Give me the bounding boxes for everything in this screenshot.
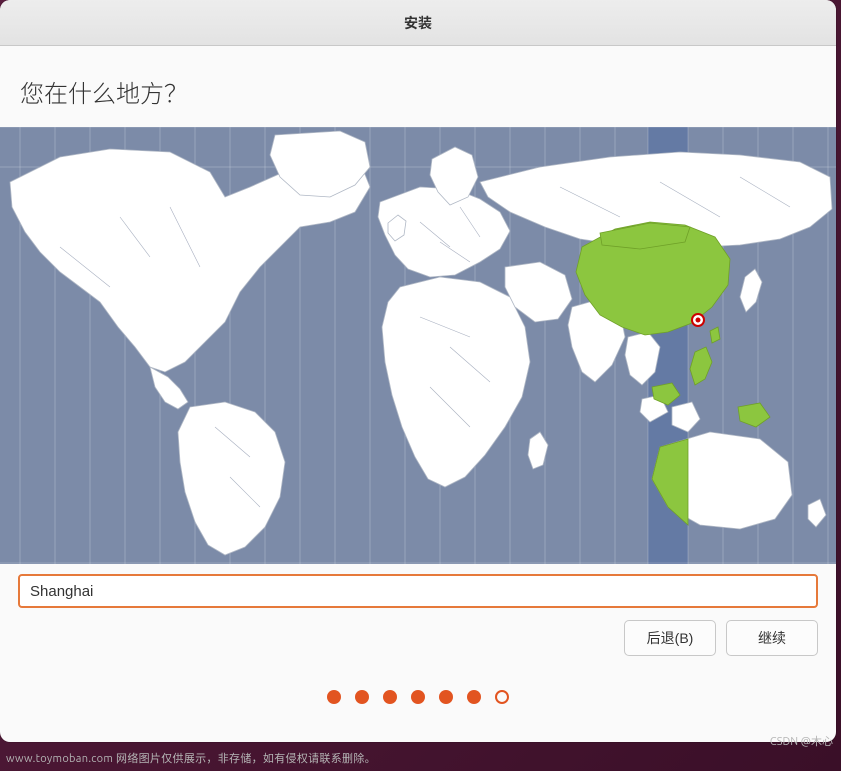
nav-button-row: 后退(B) 继续: [0, 608, 836, 672]
selected-papua: [738, 403, 770, 427]
location-pin: [692, 314, 704, 326]
world-map-svg: [0, 127, 836, 564]
page-heading: 您在什么地方？: [0, 46, 836, 127]
progress-dot-current: [495, 690, 509, 704]
land-africa: [382, 277, 530, 487]
timezone-input[interactable]: [18, 574, 818, 608]
progress-dots: [0, 672, 836, 704]
window-title: 安装: [404, 13, 432, 33]
continue-button[interactable]: 继续: [726, 620, 818, 656]
watermark-right: CSDN @木心: [770, 733, 833, 749]
progress-dot: [439, 690, 453, 704]
progress-dot: [383, 690, 397, 704]
progress-dot: [467, 690, 481, 704]
timezone-input-row: [0, 564, 836, 608]
selected-taiwan: [710, 327, 720, 343]
watermark-bottom: www.toymoban.com 网络图片仅供展示，非存储，如有侵权请联系删除。: [6, 750, 376, 766]
titlebar: 安装: [0, 0, 836, 46]
land-nz: [808, 499, 826, 527]
selected-philippines: [690, 347, 712, 385]
installer-window: 安装 您在什么地方？: [0, 0, 836, 742]
progress-dot: [411, 690, 425, 704]
timezone-map[interactable]: [0, 127, 836, 564]
content-area: 您在什么地方？: [0, 46, 836, 704]
land-central-america: [150, 367, 188, 409]
back-button[interactable]: 后退(B): [624, 620, 716, 656]
land-japan: [740, 269, 762, 312]
progress-dot: [355, 690, 369, 704]
progress-dot: [327, 690, 341, 704]
